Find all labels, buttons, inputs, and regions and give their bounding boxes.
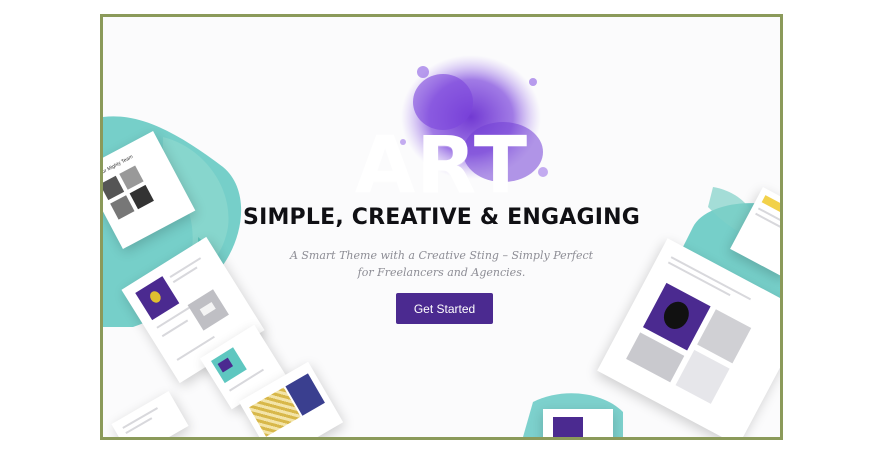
frame-border-right xyxy=(780,14,783,440)
hero-title: ART xyxy=(354,121,529,211)
hero-tagline: A Smart Theme with a Creative Sting – Si… xyxy=(273,247,610,281)
mockup-card-bottom-center xyxy=(543,409,613,437)
hero-section: ART SIMPLE, CREATIVE & ENGAGING A Smart … xyxy=(103,17,780,437)
frame-border-bottom xyxy=(100,437,783,440)
hero-subtitle: SIMPLE, CREATIVE & ENGAGING xyxy=(243,205,640,230)
screenshot-stage: ART SIMPLE, CREATIVE & ENGAGING A Smart … xyxy=(0,0,893,451)
tagline-line-2: for Freelancers and Agencies. xyxy=(357,266,526,279)
tagline-line-1: A Smart Theme with a Creative Sting – Si… xyxy=(289,249,594,262)
get-started-button[interactable]: Get Started xyxy=(396,293,493,324)
